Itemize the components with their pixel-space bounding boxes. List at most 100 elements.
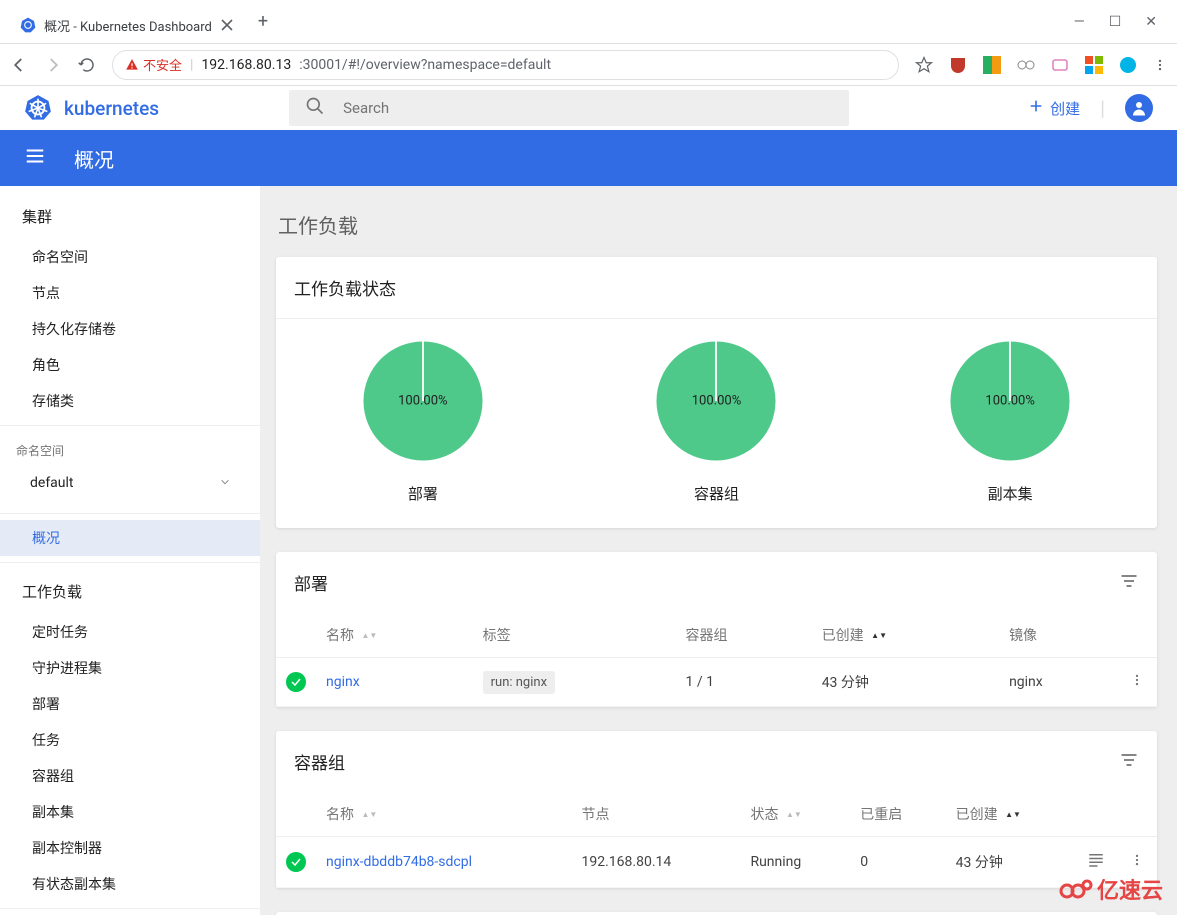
brand-text: kubernetes (64, 97, 159, 120)
window-controls: — ☐ ✕ (1074, 14, 1177, 30)
insecure-label: 不安全 (143, 55, 182, 74)
forward-icon[interactable] (44, 56, 62, 74)
header-right: 创建 | (1028, 94, 1153, 122)
ext6-icon[interactable] (1119, 56, 1137, 74)
page-breadcrumb: 概况 (74, 144, 114, 173)
back-icon[interactable] (10, 56, 28, 74)
url-path: :30001/#!/overview?namespace=default (299, 57, 551, 73)
browser-more-icon[interactable] (1153, 58, 1167, 72)
search-icon (305, 96, 325, 120)
sidebar-item-namespaces[interactable]: 命名空间 (0, 239, 260, 275)
deployments-table: 名称 ▲▼ 标签 容器组 已创建 ▲▼ 镜像 nginx run: nginx … (276, 613, 1157, 707)
chart-label: 副本集 (988, 475, 1033, 518)
sidebar-separator (0, 513, 260, 514)
deployments-title: 部署 (294, 570, 328, 595)
filter-icon[interactable] (1119, 571, 1139, 595)
create-button[interactable]: 创建 (1028, 98, 1080, 119)
sidebar-item-cronjobs[interactable]: 定时任务 (0, 614, 260, 650)
ext3-icon[interactable] (1017, 56, 1035, 74)
k8s-wheel-icon (24, 94, 52, 122)
chart-label: 容器组 (694, 475, 739, 518)
sidebar-item-daemonsets[interactable]: 守护进程集 (0, 650, 260, 686)
close-icon[interactable] (220, 18, 234, 32)
row-more-icon[interactable] (1117, 658, 1157, 707)
ext5-icon[interactable] (1085, 56, 1103, 74)
col-created[interactable]: 已创建 (822, 628, 864, 644)
sidebar-item-replicasets[interactable]: 副本集 (0, 794, 260, 830)
col-node[interactable]: 节点 (582, 807, 610, 823)
url-field[interactable]: 不安全 | 192.168.80.13:30001/#!/overview?na… (112, 50, 899, 80)
cell-image: nginx (999, 658, 1117, 707)
col-name[interactable]: 名称 (326, 807, 354, 823)
search-box[interactable] (289, 90, 849, 126)
namespace-select[interactable]: default (16, 465, 244, 501)
workload-status-card: 工作负载状态 100.00% 部署 (276, 257, 1157, 528)
cell-status: Running (740, 837, 850, 888)
col-labels[interactable]: 标签 (483, 628, 511, 644)
sidebar-item-deployments[interactable]: 部署 (0, 686, 260, 722)
main-content: 工作负载 工作负载状态 100.00% 部署 (260, 186, 1177, 915)
chart-pct: 100.00% (692, 394, 741, 409)
col-images[interactable]: 镜像 (1009, 628, 1037, 644)
ext4-icon[interactable] (1051, 56, 1069, 74)
sidebar-item-jobs[interactable]: 任务 (0, 722, 260, 758)
watermark: 亿速云 (1059, 873, 1163, 905)
col-restarts[interactable]: 已重启 (860, 807, 902, 823)
sidebar-item-pods[interactable]: 容器组 (0, 758, 260, 794)
menu-icon[interactable] (24, 145, 46, 171)
ublock-icon[interactable] (949, 56, 967, 74)
cell-pods: 1 / 1 (676, 658, 812, 707)
k8s-logo[interactable]: kubernetes (24, 94, 159, 122)
pods-card: 容器组 名称 ▲▼ 节点 状态 ▲▼ 已重启 已创建 ▲▼ (276, 731, 1157, 888)
cell-restarts: 0 (850, 837, 945, 888)
sidebar-group-cluster[interactable]: 集群 (0, 194, 260, 239)
sidebar-separator (0, 908, 260, 909)
chart-label: 部署 (408, 475, 438, 518)
insecure-warning-icon: 不安全 (125, 55, 182, 74)
status-card-title: 工作负载状态 (276, 257, 1157, 319)
profile-icon[interactable] (1125, 94, 1153, 122)
sidebar-item-nodes[interactable]: 节点 (0, 275, 260, 311)
browser-tab-strip: 概况 - Kubernetes Dashboard + — ☐ ✕ (0, 0, 1177, 44)
pod-name-link[interactable]: nginx-dbddb74b8-sdcpl (326, 854, 472, 870)
col-name[interactable]: 名称 (326, 628, 354, 644)
maximize-icon[interactable]: ☐ (1109, 14, 1122, 30)
pods-table: 名称 ▲▼ 节点 状态 ▲▼ 已重启 已创建 ▲▼ nginx-dbddb74b… (276, 792, 1157, 888)
star-icon[interactable] (915, 56, 933, 74)
page-title: 工作负载 (276, 202, 1157, 257)
sidebar-item-rc[interactable]: 副本控制器 (0, 830, 260, 866)
col-status[interactable]: 状态 (750, 807, 778, 823)
table-row: nginx-dbddb74b8-sdcpl 192.168.80.14 Runn… (276, 837, 1157, 888)
sidebar-item-overview[interactable]: 概况 (0, 520, 260, 556)
label-chip: run: nginx (483, 671, 555, 694)
ext2-icon[interactable] (983, 56, 1001, 74)
col-created[interactable]: 已创建 (956, 807, 998, 823)
namespace-selected: default (30, 475, 74, 491)
tab-title: 概况 - Kubernetes Dashboard (44, 16, 212, 35)
watermark-logo-icon (1059, 877, 1093, 901)
namespace-label: 命名空间 (0, 432, 260, 465)
close-window-icon[interactable]: ✕ (1145, 14, 1157, 30)
sidebar-item-roles[interactable]: 角色 (0, 347, 260, 383)
deployment-name-link[interactable]: nginx (326, 674, 360, 690)
minimize-icon[interactable]: — (1074, 14, 1085, 30)
search-input[interactable] (343, 99, 833, 117)
browser-tab[interactable]: 概况 - Kubernetes Dashboard (8, 7, 246, 43)
sidebar-group-workloads[interactable]: 工作负载 (0, 569, 260, 614)
reload-icon[interactable] (78, 56, 96, 74)
extension-icons (949, 56, 1167, 74)
plus-icon (1028, 98, 1044, 118)
sidebar-item-storageclass[interactable]: 存储类 (0, 383, 260, 419)
status-ok-icon (286, 852, 306, 872)
chevron-down-icon (220, 475, 230, 491)
col-pods[interactable]: 容器组 (686, 628, 728, 644)
sidebar: 集群 命名空间 节点 持久化存储卷 角色 存储类 命名空间 default 概况… (0, 186, 260, 915)
sidebar-item-statefulsets[interactable]: 有状态副本集 (0, 866, 260, 902)
status-ok-icon (286, 672, 306, 692)
new-tab-icon[interactable]: + (258, 11, 268, 32)
tab-favicon-icon (20, 17, 36, 33)
sidebar-separator (0, 562, 260, 563)
filter-icon[interactable] (1119, 750, 1139, 774)
sidebar-item-pv[interactable]: 持久化存储卷 (0, 311, 260, 347)
pods-title: 容器组 (294, 749, 345, 774)
